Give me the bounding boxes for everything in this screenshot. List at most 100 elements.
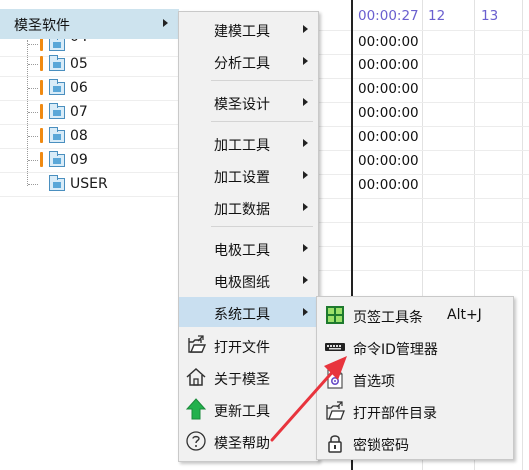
folder-icon [49,127,65,143]
menu-item-modeling-tools[interactable]: 建模工具 [179,14,318,44]
chevron-right-icon [303,203,308,211]
folder-icon [49,103,65,119]
root-menu-mosheng[interactable]: 模圣软件 [0,9,179,39]
tree-item[interactable]: 09 [0,149,178,173]
menu-item-help[interactable]: 模圣帮助 [179,426,318,456]
submenu-item-lock-password[interactable]: 密锁密码 [317,427,513,459]
tree-item[interactable]: 05 [0,53,178,77]
folder-icon [49,35,65,51]
chevron-right-icon [303,308,308,316]
tree-connector [28,136,38,137]
tree-item[interactable]: USER [0,173,178,197]
menu-item-electrode-tools[interactable]: 电极工具 [179,233,318,263]
menu-separator [211,226,313,227]
menu-item-machining-data[interactable]: 加工数据 [179,192,318,222]
warning-icon [40,104,43,119]
chevron-right-icon [163,19,168,27]
chevron-right-icon [303,244,308,252]
system-tools-submenu: 页签工具条 Alt+J 命令ID管理器 首选项 打开部件目录 密锁密码 [316,296,514,460]
tree-connector [28,64,38,65]
shortcut-label: Alt+J [447,307,482,323]
arrow-up-icon [185,398,207,420]
menu-separator [211,121,313,122]
warning-icon [40,128,43,143]
menu-item-label: 加工数据 [214,202,270,218]
chevron-right-icon [303,171,308,179]
time-cell: 00:00:00 [358,177,419,193]
menu-item-label: 打开文件 [214,340,270,356]
time-cell: 00:00:00 [358,34,419,50]
menu-item-label: 系统工具 [214,307,270,323]
time-cell: 00:00:00 [358,129,419,145]
menu-item-machining-settings[interactable]: 加工设置 [179,160,318,190]
tree-connector [28,44,38,45]
menu-item-label: 加工工具 [214,138,270,154]
menu-item-label: 模圣帮助 [214,436,270,452]
submenu-item-preferences[interactable]: 首选项 [317,363,513,395]
grid-column-line [522,0,523,470]
menu-item-label: 模圣设计 [214,97,270,113]
menu-item-analysis-tools[interactable]: 分析工具 [179,46,318,76]
menu-item-about[interactable]: 关于模圣 [179,362,318,392]
chevron-right-icon [303,276,308,284]
submenu-item-label: 密锁密码 [353,438,409,454]
warning-icon [40,152,43,167]
lock-icon [328,435,342,453]
time-cell: 00:00:00 [358,81,419,97]
tree-item-label: USER [70,176,108,192]
menu-item-label: 分析工具 [214,56,270,72]
submenu-item-open-part-directory[interactable]: 打开部件目录 [317,395,513,427]
tree-item-label: 09 [70,152,88,168]
menu-item-label: 建模工具 [214,24,270,40]
part-tree-panel: 04 05 06 07 08 09 USER [0,0,178,470]
chevron-right-icon [303,25,308,33]
column-header: 13 [481,8,499,24]
menu-separator [211,80,313,81]
menu-item-update-tools[interactable]: 更新工具 [179,394,318,424]
root-menu-label: 模圣软件 [14,18,70,34]
submenu-item-label: 首选项 [353,374,395,390]
tree-connector [28,160,38,161]
main-dropdown-menu: 建模工具 分析工具 模圣设计 加工工具 加工设置 加工数据 电极工具 电极图纸 … [178,11,319,462]
menu-item-label: 更新工具 [214,404,270,420]
menu-item-mosheng-design[interactable]: 模圣设计 [179,87,318,117]
home-icon [186,367,206,386]
folder-icon [49,79,65,95]
time-cell: 00:00:00 [358,57,419,73]
menu-item-label: 加工设置 [214,170,270,186]
chevron-right-icon [303,139,308,147]
submenu-item-label: 打开部件目录 [353,406,437,422]
menu-item-system-tools[interactable]: 系统工具 [179,297,318,327]
submenu-item-command-id-manager[interactable]: 命令ID管理器 [317,331,513,363]
time-cell: 00:00:00 [358,153,419,169]
document-settings-icon [327,369,343,389]
folder-icon [49,55,65,71]
menu-item-label: 电极图纸 [214,275,270,291]
tree-item-label: 08 [70,128,88,144]
chevron-right-icon [303,57,308,65]
menu-item-label: 电极工具 [214,243,270,259]
tree-item[interactable]: 08 [0,125,178,149]
tree-item-label: 05 [70,56,88,72]
menu-item-machining-tools[interactable]: 加工工具 [179,128,318,158]
keyboard-icon [325,343,345,351]
submenu-item-label: 命令ID管理器 [353,342,438,358]
menu-item-open-file[interactable]: 打开文件 [179,330,318,360]
time-header: 00:00:27 [358,8,419,24]
tree-connector [28,112,38,113]
time-cell: 00:00:00 [358,105,419,121]
warning-icon [40,80,43,95]
open-file-icon [188,335,207,353]
tree-item[interactable]: 06 [0,77,178,101]
tree-item-label: 07 [70,104,88,120]
column-header: 12 [428,8,446,24]
menu-item-electrode-drawing[interactable]: 电极图纸 [179,265,318,295]
tree-item-label: 06 [70,80,88,96]
help-icon [186,431,206,451]
tree-item[interactable]: 07 [0,101,178,125]
folder-icon [49,175,65,191]
submenu-item-tab-toolbar[interactable]: 页签工具条 Alt+J [317,299,513,331]
chevron-right-icon [303,98,308,106]
tree-connector [28,184,38,185]
open-folder-icon [326,401,345,420]
